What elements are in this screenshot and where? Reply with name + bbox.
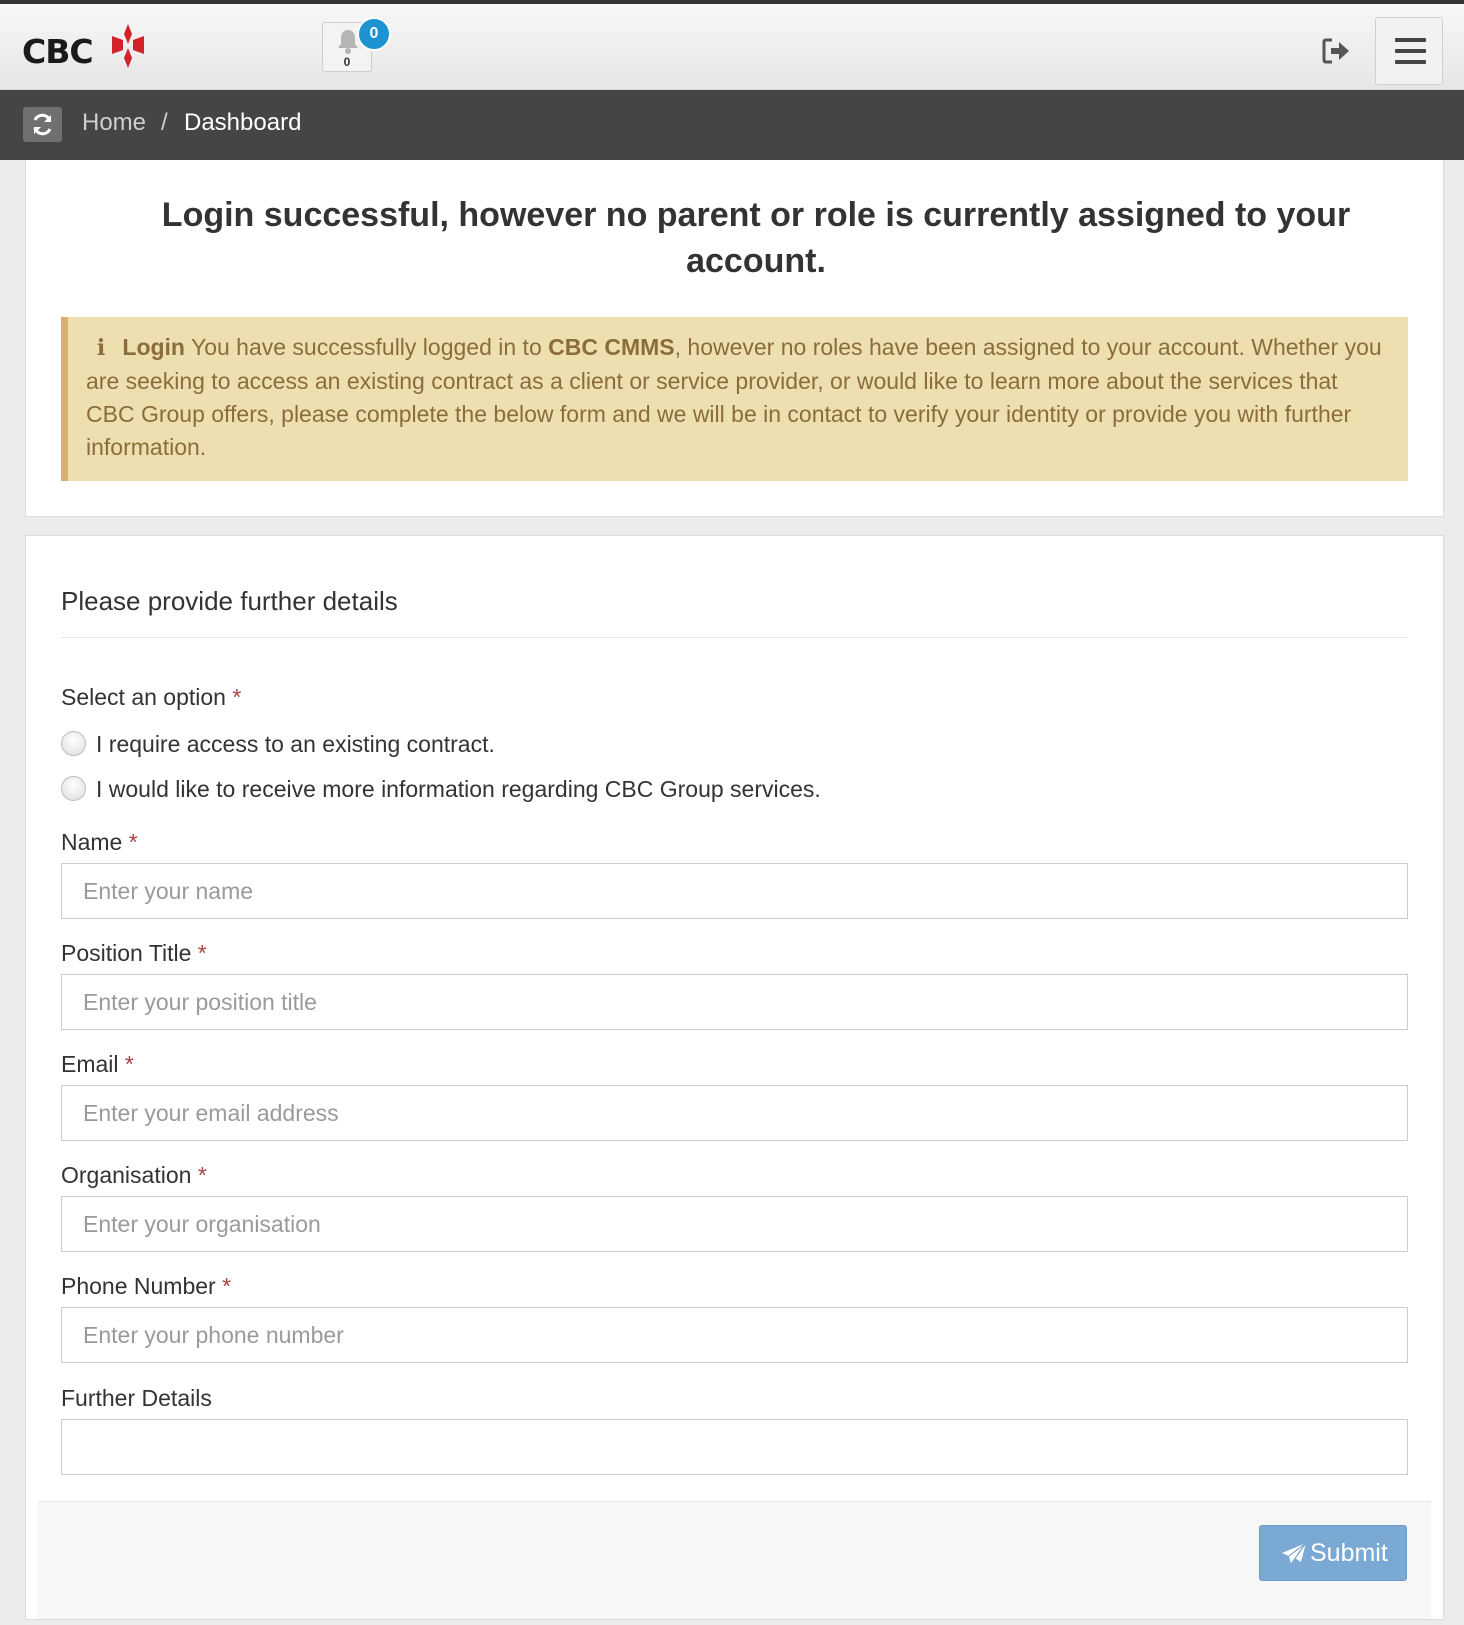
phone-number-label: Phone Number * — [61, 1273, 232, 1299]
hamburger-menu-button[interactable] — [1375, 17, 1443, 85]
position-title-label: Position Title * — [61, 940, 207, 966]
phone-number-input[interactable] — [61, 1307, 1408, 1363]
radio-button[interactable] — [61, 731, 86, 757]
cbc-logo-icon — [112, 24, 144, 68]
radio-option-existing-contract[interactable]: I require access to an existing contract… — [61, 731, 495, 758]
hamburger-menu-icon — [1395, 38, 1426, 42]
radio-button[interactable] — [61, 776, 86, 802]
refresh-icon — [33, 113, 52, 136]
page-title: Login successful, however no parent or r… — [161, 196, 1351, 280]
breadcrumb-separator: / — [161, 109, 168, 136]
notification-count: 0 — [343, 55, 351, 69]
breadcrumb-current: Dashboard — [184, 109, 302, 136]
radio-label: I would like to receive more information… — [96, 776, 821, 802]
refresh-button[interactable] — [23, 107, 62, 142]
required-marker: * — [222, 1273, 232, 1299]
logout-icon[interactable] — [1322, 38, 1352, 64]
info-alert: i Login You have successfully logged in … — [61, 317, 1408, 481]
email-label: Email * — [61, 1051, 134, 1077]
radio-label: I require access to an existing contract… — [96, 731, 495, 757]
paper-plane-icon — [1282, 1542, 1307, 1565]
required-marker: * — [232, 684, 242, 710]
required-marker: * — [124, 1051, 134, 1077]
alert-brand: CBC CMMS — [548, 334, 675, 360]
name-label: Name * — [61, 829, 138, 855]
form-title: Please provide further details — [61, 586, 398, 616]
submit-label: Submit — [1310, 1539, 1388, 1567]
alert-title: Login — [122, 334, 185, 360]
cbc-logo[interactable]: CBC — [22, 24, 146, 71]
notification-badge: 0 — [357, 17, 391, 51]
alert-text: You have successfully logged in to — [184, 334, 549, 360]
radio-option-more-information[interactable]: I would like to receive more information… — [61, 776, 821, 803]
logo-text: CBC — [22, 32, 94, 71]
hamburger-menu-icon — [1395, 49, 1426, 53]
submit-button[interactable]: Submit — [1259, 1525, 1407, 1581]
form-divider — [61, 637, 1408, 638]
option-label: Select an option * — [61, 684, 242, 710]
required-marker: * — [128, 829, 138, 855]
app-header: CBC 0 0 — [0, 4, 1464, 90]
organisation-input[interactable] — [61, 1196, 1408, 1252]
organisation-label: Organisation * — [61, 1162, 207, 1188]
login-notice-panel: Login successful, however no parent or r… — [25, 160, 1444, 517]
breadcrumb-bar: Home / Dashboard — [0, 90, 1464, 160]
required-marker: * — [197, 940, 207, 966]
breadcrumb-home-link[interactable]: Home — [82, 109, 146, 137]
info-icon: i — [96, 335, 106, 361]
further-details-input[interactable] — [61, 1419, 1408, 1475]
required-marker: * — [197, 1162, 207, 1188]
details-form-panel: Please provide further details Select an… — [25, 535, 1444, 1620]
position-title-input[interactable] — [61, 974, 1408, 1030]
email-input[interactable] — [61, 1085, 1408, 1141]
form-footer — [38, 1501, 1431, 1619]
hamburger-menu-icon — [1395, 60, 1426, 64]
name-input[interactable] — [61, 863, 1408, 919]
further-details-label: Further Details — [61, 1385, 212, 1411]
